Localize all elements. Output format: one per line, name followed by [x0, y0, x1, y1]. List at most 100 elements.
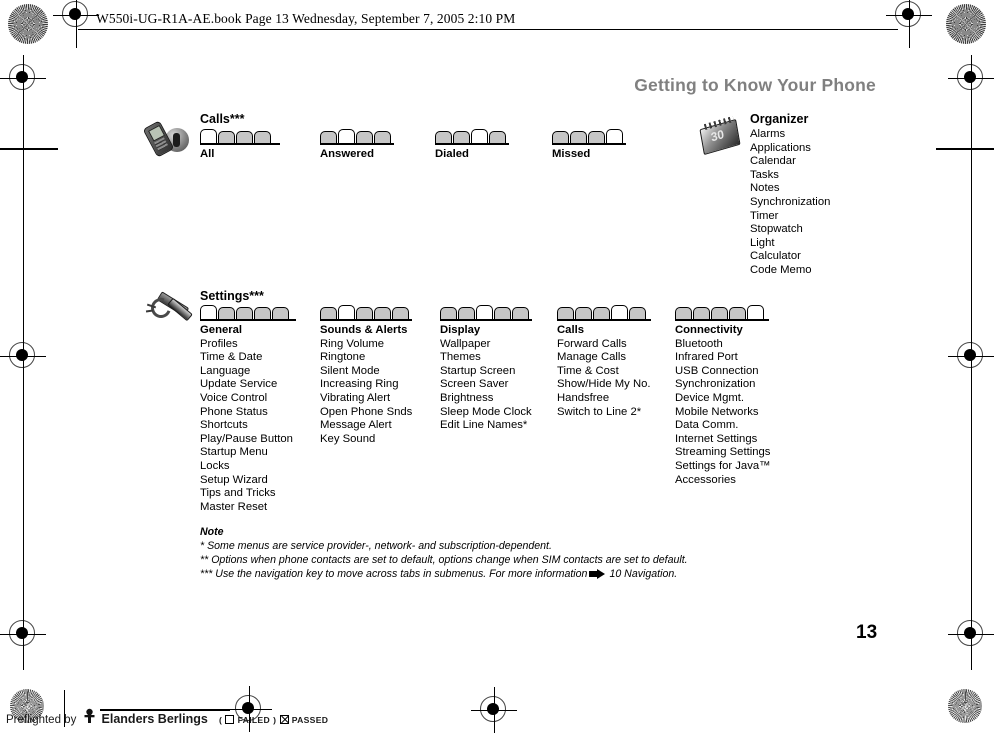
tabstrip-answered[interactable]	[320, 129, 435, 146]
tab-all-1[interactable]	[200, 129, 217, 144]
tab-general-4[interactable]	[254, 307, 271, 320]
tab-missed-4[interactable]	[606, 129, 623, 144]
list-item[interactable]: Locks	[200, 460, 315, 474]
tabstrip-connectivity[interactable]	[675, 305, 800, 322]
tab-general-1[interactable]	[200, 305, 217, 320]
tab-sounds-1[interactable]	[320, 307, 337, 320]
tabstrip-settings-calls-tabs[interactable]	[557, 305, 647, 320]
tabstrip-sounds-alerts-tabs[interactable]	[320, 305, 410, 320]
tabstrip-answered-tabs[interactable]	[320, 129, 392, 144]
list-item[interactable]: Increasing Ring	[320, 378, 440, 392]
list-item[interactable]: Device Mgmt.	[675, 392, 800, 406]
list-item[interactable]: Time & Date	[200, 351, 315, 365]
tabstrip-display[interactable]	[440, 305, 558, 322]
tabstrip-missed-tabs[interactable]	[552, 129, 624, 144]
list-item[interactable]: Setup Wizard	[200, 474, 315, 488]
tabstrip-general-tabs[interactable]	[200, 305, 290, 320]
list-item[interactable]: Edit Line Names*	[440, 419, 558, 433]
tab-dialed-4[interactable]	[489, 131, 506, 144]
tab-display-4[interactable]	[494, 307, 511, 320]
tab-connectivity-3[interactable]	[711, 307, 728, 320]
tab-settings-calls-1[interactable]	[557, 307, 574, 320]
tab-general-5[interactable]	[272, 307, 289, 320]
tabstrip-dialed-tabs[interactable]	[435, 129, 507, 144]
list-item[interactable]: Accessories	[675, 474, 800, 488]
tabstrip-missed[interactable]	[552, 129, 667, 146]
tab-all-4[interactable]	[254, 131, 271, 144]
tab-general-2[interactable]	[218, 307, 235, 320]
tab-sounds-4[interactable]	[374, 307, 391, 320]
tab-sounds-5[interactable]	[392, 307, 409, 320]
list-item[interactable]: Open Phone Snds	[320, 406, 440, 420]
list-item[interactable]: Notes	[750, 182, 830, 196]
list-item[interactable]: Alarms	[750, 128, 830, 142]
list-item[interactable]: Ringtone	[320, 351, 440, 365]
tab-answered-1[interactable]	[320, 131, 337, 144]
list-item[interactable]: Forward Calls	[557, 338, 675, 352]
tab-missed-2[interactable]	[570, 131, 587, 144]
list-item[interactable]: Sleep Mode Clock	[440, 406, 558, 420]
list-item[interactable]: Startup Menu	[200, 446, 315, 460]
list-item[interactable]: Code Memo	[750, 264, 830, 278]
tabstrip-connectivity-tabs[interactable]	[675, 305, 765, 320]
tab-all-3[interactable]	[236, 131, 253, 144]
list-item[interactable]: Settings for Java™	[675, 460, 800, 474]
tab-display-1[interactable]	[440, 307, 457, 320]
list-item[interactable]: Tips and Tricks	[200, 487, 315, 501]
tabstrip-settings-calls[interactable]	[557, 305, 675, 322]
list-item[interactable]: Startup Screen	[440, 365, 558, 379]
tab-connectivity-2[interactable]	[693, 307, 710, 320]
list-item[interactable]: Stopwatch	[750, 223, 830, 237]
list-item[interactable]: Streaming Settings	[675, 446, 800, 460]
tab-answered-4[interactable]	[374, 131, 391, 144]
tab-display-2[interactable]	[458, 307, 475, 320]
list-item[interactable]: Light	[750, 237, 830, 251]
list-item[interactable]: Silent Mode	[320, 365, 440, 379]
list-item[interactable]: Time & Cost	[557, 365, 675, 379]
tab-sounds-2[interactable]	[338, 305, 355, 320]
list-item[interactable]: Play/Pause Button	[200, 433, 315, 447]
tab-missed-3[interactable]	[588, 131, 605, 144]
list-item[interactable]: Synchronization	[675, 378, 800, 392]
list-item[interactable]: Applications	[750, 142, 830, 156]
tabstrip-display-tabs[interactable]	[440, 305, 530, 320]
list-item[interactable]: Ring Volume	[320, 338, 440, 352]
list-item[interactable]: Show/Hide My No.	[557, 378, 675, 392]
tabstrip-all-tabs[interactable]	[200, 129, 272, 144]
list-item[interactable]: Handsfree	[557, 392, 675, 406]
list-item[interactable]: Vibrating Alert	[320, 392, 440, 406]
tab-settings-calls-4[interactable]	[611, 305, 628, 320]
list-item[interactable]: Message Alert	[320, 419, 440, 433]
tab-connectivity-4[interactable]	[729, 307, 746, 320]
list-item[interactable]: Mobile Networks	[675, 406, 800, 420]
tab-settings-calls-5[interactable]	[629, 307, 646, 320]
tab-display-5[interactable]	[512, 307, 529, 320]
tab-answered-3[interactable]	[356, 131, 373, 144]
list-item[interactable]: Shortcuts	[200, 419, 315, 433]
tab-general-3[interactable]	[236, 307, 253, 320]
tabstrip-sounds-alerts[interactable]	[320, 305, 440, 322]
tab-answered-2[interactable]	[338, 129, 355, 144]
list-item[interactable]: Timer	[750, 210, 830, 224]
tab-missed-1[interactable]	[552, 131, 569, 144]
tab-connectivity-1[interactable]	[675, 307, 692, 320]
list-item[interactable]: Manage Calls	[557, 351, 675, 365]
list-item[interactable]: Master Reset	[200, 501, 315, 515]
list-item[interactable]: Tasks	[750, 169, 830, 183]
list-item[interactable]: Key Sound	[320, 433, 440, 447]
tab-display-3[interactable]	[476, 305, 493, 320]
list-item[interactable]: Calculator	[750, 250, 830, 264]
list-item[interactable]: Internet Settings	[675, 433, 800, 447]
tab-dialed-2[interactable]	[453, 131, 470, 144]
list-item[interactable]: Infrared Port	[675, 351, 800, 365]
list-item[interactable]: Themes	[440, 351, 558, 365]
tab-connectivity-5[interactable]	[747, 305, 764, 320]
list-item[interactable]: Screen Saver	[440, 378, 558, 392]
list-item[interactable]: Phone Status	[200, 406, 315, 420]
list-item[interactable]: Profiles	[200, 338, 315, 352]
tab-sounds-3[interactable]	[356, 307, 373, 320]
tab-settings-calls-3[interactable]	[593, 307, 610, 320]
list-item[interactable]: Brightness	[440, 392, 558, 406]
passed-checkbox[interactable]	[279, 715, 289, 724]
list-item[interactable]: Update Service	[200, 378, 315, 392]
